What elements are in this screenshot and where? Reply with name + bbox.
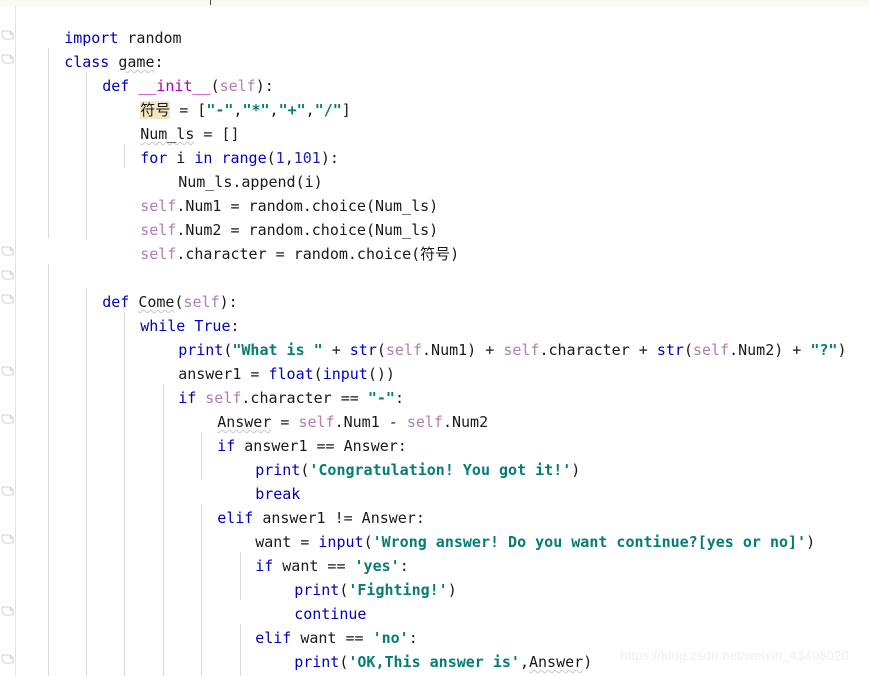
code-line-21[interactable]: elif answer1 != Answer: bbox=[163, 482, 425, 527]
code-line-13[interactable]: while True: bbox=[86, 290, 239, 335]
code-line-10[interactable]: self.character = random.choice(符号) bbox=[86, 218, 459, 263]
code-line-25[interactable]: continue bbox=[240, 578, 366, 623]
token-string-question: "?" bbox=[810, 341, 838, 359]
code-line-24[interactable]: print('Fighting!') bbox=[240, 554, 457, 599]
token-self-14b: self bbox=[503, 341, 540, 359]
code-line-6[interactable]: for i in range(1,101): bbox=[86, 122, 339, 167]
code-line-19[interactable]: print('Congratulation! You got it!') bbox=[201, 434, 580, 479]
code-line-16[interactable]: if self.character == "-": bbox=[124, 362, 404, 407]
code-line-5[interactable]: Num_ls = [] bbox=[86, 98, 239, 143]
code-line-26[interactable]: elif want == 'no': bbox=[201, 602, 418, 647]
token-self-10: self bbox=[140, 245, 177, 263]
code-line-27[interactable]: print('OK,This answer is',Answer) bbox=[240, 626, 592, 671]
token-self-17b: self bbox=[406, 413, 443, 431]
code-line-3[interactable]: def __init__(self): bbox=[48, 50, 274, 95]
code-line-18[interactable]: if answer1 == Answer: bbox=[163, 410, 407, 455]
token-variable-answer-27: Answer bbox=[529, 653, 584, 671]
code-line-9[interactable]: self.Num2 = random.choice(Num_ls) bbox=[86, 194, 438, 239]
token-string-plus: "+" bbox=[278, 101, 306, 119]
code-line-8[interactable]: self.Num1 = random.choice(Num_ls) bbox=[86, 170, 438, 215]
token-string-slash: "/" bbox=[314, 101, 342, 119]
code-line-2[interactable]: class game: bbox=[10, 26, 163, 71]
code-line-4[interactable]: 符号 = ["-","*","+","/"] bbox=[86, 74, 351, 119]
code-line-15[interactable]: answer1 = float(input()) bbox=[124, 338, 395, 383]
token-string-star: "*" bbox=[242, 101, 270, 119]
source-code-area[interactable]: import random class game: def __init__(s… bbox=[0, 0, 869, 676]
site-watermark: https://blog.csdn.net/weixin_43408020 bbox=[620, 648, 849, 663]
code-line-17[interactable]: Answer = self.Num1 - self.Num2 bbox=[163, 386, 488, 431]
token-string-wrong: 'Wrong answer! Do you want continue?[yes… bbox=[372, 533, 807, 551]
code-line-22[interactable]: want = input('Wrong answer! Do you want … bbox=[201, 506, 815, 551]
code-line-20[interactable]: break bbox=[201, 458, 300, 503]
code-line-14[interactable]: print("What is " + str(self.Num1) + self… bbox=[124, 314, 846, 359]
code-line-7[interactable]: Num_ls.append(i) bbox=[124, 146, 323, 191]
token-string-congrats: 'Congratulation! You got it!' bbox=[309, 461, 572, 479]
token-string-ok: 'OK,This answer is' bbox=[348, 653, 520, 671]
token-self-14c: self bbox=[692, 341, 730, 359]
code-line-23[interactable]: if want == 'yes': bbox=[201, 530, 409, 575]
code-line-12[interactable]: def Come(self): bbox=[48, 266, 237, 311]
token-builtin-str-2: str bbox=[656, 341, 684, 359]
code-editor-canvas[interactable]: import random class game: def __init__(s… bbox=[0, 0, 869, 676]
code-line-28[interactable]: break bbox=[240, 650, 339, 674]
code-line-1[interactable]: import random bbox=[10, 2, 181, 47]
